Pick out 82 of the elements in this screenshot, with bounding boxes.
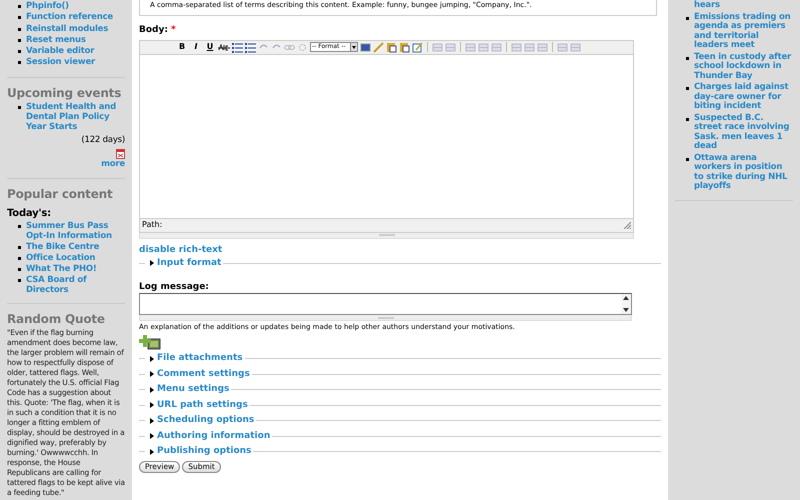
field-label: Log message: — [139, 282, 210, 293]
fieldset-toggle-link[interactable]: Menu settings — [157, 383, 230, 396]
strikethrough-button[interactable] — [218, 42, 230, 52]
add-image-icon[interactable] — [139, 335, 161, 350]
bullet-list-button[interactable] — [232, 42, 243, 52]
bullet-icon — [686, 118, 689, 120]
block-subtitle: Today's: — [7, 208, 52, 219]
fieldset-toggle-link[interactable]: URL path settings — [157, 398, 248, 412]
row-button[interactable] — [491, 42, 502, 52]
more-link[interactable]: more — [101, 158, 125, 170]
fieldset-toggle-link[interactable]: File attachments — [157, 352, 243, 366]
sidebar-link[interactable]: Reinstall modules — [26, 24, 108, 35]
caret-icon — [350, 43, 357, 51]
fieldset-toggle-link[interactable]: Comment settings — [157, 368, 250, 381]
image-button[interactable] — [360, 42, 371, 52]
cell-button[interactable] — [557, 42, 568, 52]
scrollbar[interactable] — [621, 294, 631, 314]
sidebar-link[interactable]: hears — [694, 1, 720, 10]
block-title: Upcoming events — [7, 86, 122, 100]
sidebar-link[interactable]: Office Location — [26, 252, 96, 263]
column-button[interactable] — [524, 42, 535, 52]
disable-rich-text-link[interactable]: disable rich-text — [139, 244, 661, 256]
calendar-icon[interactable] — [116, 148, 125, 159]
bullet-icon — [686, 158, 689, 160]
sidebar-link[interactable]: Teen in custody after school lockdown in Thunder Bay — [694, 52, 793, 81]
bullet-icon — [18, 5, 21, 8]
bullet-icon — [18, 224, 21, 228]
fieldset-toggle-link[interactable]: Authoring information — [157, 430, 270, 443]
underline-button[interactable]: U — [204, 41, 216, 53]
sidebar-link[interactable]: Ottawa arena workers in position to strike during NHL playoffs — [694, 154, 793, 192]
sidebar-link[interactable]: Reset menus — [26, 34, 86, 46]
bullet-icon — [18, 106, 21, 109]
fieldset-toggle-link[interactable]: Scheduling options — [157, 414, 254, 428]
path-label: Path: — [142, 219, 162, 231]
bullet-icon — [686, 56, 689, 60]
required-mark: * — [170, 24, 176, 37]
event-countdown: (122 days) — [81, 134, 125, 146]
sidebar-link[interactable]: Summer Bus Pass Opt-In Information — [26, 220, 125, 241]
event-link[interactable]: Student Health and Dental Plan Policy Year Starts — [26, 102, 125, 132]
cell-button[interactable] — [570, 42, 581, 52]
sidebar-link[interactable]: CSA Board of Directors — [26, 274, 125, 295]
paste-word-button[interactable] — [399, 42, 410, 52]
column-button[interactable] — [511, 42, 522, 52]
bullet-icon — [18, 16, 21, 20]
edit-source-button[interactable] — [412, 42, 423, 52]
bullet-icon — [18, 256, 21, 260]
sidebar-link[interactable]: Phpinfo() — [26, 1, 69, 12]
bullet-icon — [18, 28, 21, 31]
fieldset-toggle-link[interactable]: Publishing options — [157, 445, 252, 458]
paste-button[interactable] — [386, 42, 397, 52]
bullet-icon — [686, 87, 689, 90]
sidebar-link[interactable]: Session viewer — [26, 57, 95, 69]
field-label: Body: — [139, 24, 168, 37]
unlink-button[interactable] — [297, 42, 308, 52]
bullet-icon — [18, 50, 21, 54]
block-title: Popular content — [7, 186, 114, 201]
column-button[interactable] — [537, 42, 548, 52]
italic-button[interactable]: I — [190, 41, 202, 53]
bold-button[interactable]: B — [176, 41, 188, 53]
resize-handle-icon[interactable] — [624, 222, 631, 228]
bullet-icon — [18, 61, 21, 64]
grippie[interactable] — [139, 315, 632, 321]
numbered-list-button[interactable] — [245, 42, 256, 52]
row-button[interactable] — [478, 42, 489, 52]
sidebar-link[interactable]: Charges laid against day-care owner for biting incident — [694, 83, 793, 112]
bullet-icon — [686, 16, 689, 20]
bullet-icon — [18, 246, 21, 249]
bullet-icon — [18, 278, 21, 282]
bullet-icon — [18, 38, 21, 42]
row-button[interactable] — [465, 42, 476, 52]
table-button[interactable] — [445, 42, 456, 52]
sidebar-link[interactable]: Emissions trading on agenda as premiers and territorial leaders meet — [694, 12, 793, 50]
bullet-icon — [18, 268, 21, 271]
log-message-field[interactable] — [139, 293, 632, 315]
sidebar-link[interactable]: What The PHO! — [26, 264, 97, 274]
sidebar-link[interactable]: Suspected B.C. street race involving Sask. men leaves 1 dead — [694, 114, 793, 152]
fieldset-toggle-link[interactable]: Input format — [157, 256, 222, 270]
sidebar-link[interactable]: The Bike Centre — [26, 242, 100, 252]
table-button[interactable] — [432, 42, 443, 52]
sidebar-link[interactable]: Function reference — [26, 12, 113, 24]
block-title: Random Quote — [7, 312, 106, 326]
sidebar-link[interactable]: Variable editor — [26, 46, 94, 58]
